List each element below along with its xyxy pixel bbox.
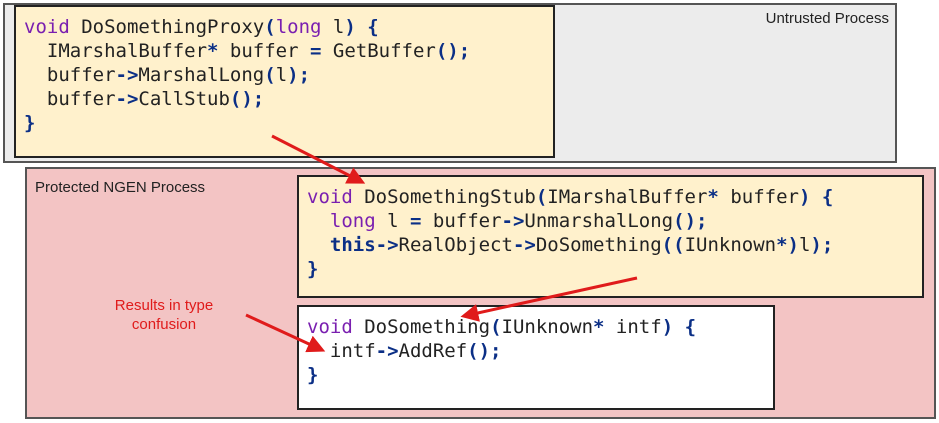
note-line-2: confusion (131, 316, 197, 333)
code-token: ( (535, 186, 548, 208)
code-token: long (329, 210, 376, 232)
code-token: intf (604, 316, 662, 338)
code-token: DoSomething (364, 316, 491, 338)
code-token: buffer (24, 88, 116, 110)
target-code-line: void DoSomething(IUnknown* intf) { (307, 315, 765, 339)
stub-code-box: void DoSomethingStub(IMarshalBuffer* buf… (297, 175, 924, 298)
code-token: * (207, 40, 219, 62)
code-token: { (367, 16, 379, 38)
code-token: this (329, 234, 376, 256)
code-token: ( (490, 316, 502, 338)
target-code-box: void DoSomething(IUnknown* intf) { intf-… (297, 305, 775, 410)
stub-code-line: } (307, 257, 914, 281)
code-token: ( (264, 16, 276, 38)
code-token: ); (810, 234, 834, 256)
proxy-code-line: buffer->MarshalLong(l); (24, 63, 545, 87)
code-token: -> (512, 234, 536, 256)
code-token: buffer (421, 210, 502, 232)
code-token: * (707, 186, 719, 208)
stub-code-line: this->RealObject->DoSomething((IUnknown*… (307, 233, 914, 257)
target-code-line: } (307, 363, 765, 387)
code-token: l (275, 64, 288, 86)
proxy-code-line: } (24, 111, 545, 135)
code-token: l (375, 210, 410, 232)
code-token: ) (344, 16, 356, 38)
code-token: IMarshalBuffer (24, 40, 208, 62)
stub-code-line: void DoSomethingStub(IMarshalBuffer* buf… (307, 185, 914, 209)
code-token: l (321, 16, 345, 38)
code-token: { (821, 186, 834, 208)
code-token: CallStub (138, 88, 230, 110)
type-confusion-note: Results in type confusion (88, 296, 240, 334)
code-token: DoSomething (535, 234, 662, 256)
note-line-1: Results in type (114, 297, 214, 314)
code-token: ) (798, 186, 811, 208)
code-token: GetBuffer (332, 40, 436, 62)
code-token: void (307, 316, 353, 338)
code-token: -> (501, 210, 525, 232)
code-token: } (307, 364, 319, 386)
code-token: -> (375, 234, 399, 256)
code-token: ); (287, 64, 311, 86)
code-token: void (24, 16, 70, 38)
code-token: intf (307, 340, 376, 362)
code-token: UnmarshalLong (524, 210, 674, 232)
code-token: (); (673, 210, 708, 232)
code-token: } (24, 112, 36, 134)
proxy-code-box: void DoSomethingProxy(long l) { IMarshal… (14, 5, 555, 158)
code-token: buffer (218, 40, 310, 62)
stub-code-line: long l = buffer->UnmarshalLong(); (307, 209, 914, 233)
code-token: MarshalLong (138, 64, 265, 86)
code-token: l (798, 234, 811, 256)
code-token: (); (229, 88, 265, 110)
protected-process-label: Protected NGEN Process (35, 179, 206, 196)
code-token: DoSomethingProxy (81, 16, 265, 38)
code-token: (); (467, 340, 502, 362)
code-token: DoSomethingStub (364, 186, 536, 208)
proxy-code-line: buffer->CallStub(); (24, 87, 545, 111)
code-token: buffer (718, 186, 799, 208)
code-token: * (593, 316, 605, 338)
code-token: buffer (24, 64, 116, 86)
code-token: = (409, 210, 422, 232)
code-token: { (684, 316, 697, 338)
code-token: -> (115, 88, 139, 110)
code-token: *) (776, 234, 799, 256)
code-token: long (275, 16, 322, 38)
proxy-code-line: IMarshalBuffer* buffer = GetBuffer(); (24, 39, 545, 63)
code-token: ) (661, 316, 674, 338)
code-token: = (310, 40, 322, 62)
untrusted-process-label: Untrusted Process (765, 10, 889, 27)
code-token: (( (661, 234, 685, 256)
code-token: void (307, 186, 353, 208)
code-token: -> (375, 340, 399, 362)
code-token: (); (435, 40, 471, 62)
code-token: } (307, 258, 319, 280)
code-token: ( (264, 64, 276, 86)
proxy-code-line: void DoSomethingProxy(long l) { (24, 15, 545, 39)
target-code-line: intf->AddRef(); (307, 339, 765, 363)
code-token: RealObject (398, 234, 513, 256)
code-token: AddRef (398, 340, 468, 362)
code-token: IUnknown (684, 234, 777, 256)
code-token: IUnknown (501, 316, 594, 338)
code-token: -> (115, 64, 139, 86)
code-token: IMarshalBuffer (547, 186, 708, 208)
